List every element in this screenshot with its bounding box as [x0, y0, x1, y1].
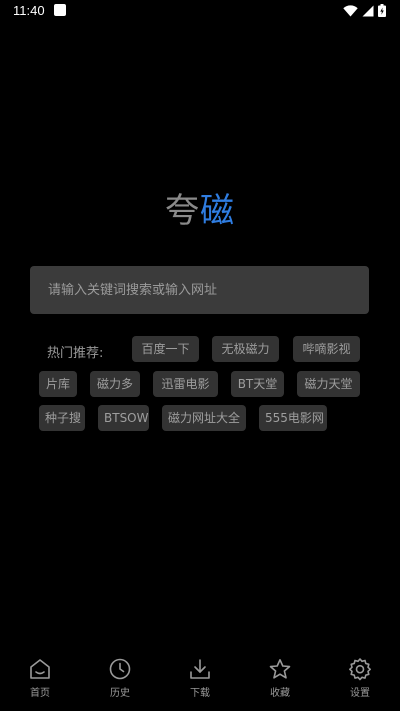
hot-tag[interactable]: 种子搜: [39, 405, 85, 431]
hot-recommend-label: 热门推荐:: [47, 346, 104, 361]
nav-download[interactable]: 下载: [160, 653, 240, 711]
home-icon: [30, 659, 50, 679]
hot-tag[interactable]: BT天堂: [231, 371, 284, 397]
status-time: 11:40: [13, 3, 45, 18]
hot-tag[interactable]: 磁力天堂: [297, 371, 360, 397]
nav-history-label: 历史: [110, 688, 130, 699]
hot-tag[interactable]: 百度一下: [132, 336, 199, 362]
hot-tag[interactable]: 哔嘀影视: [293, 336, 360, 362]
hot-tag[interactable]: 无极磁力: [212, 336, 279, 362]
bottom-nav: 首页 历史 下载 收藏 设置: [0, 653, 400, 711]
hot-tag[interactable]: 磁力网址大全: [162, 405, 246, 431]
wifi-icon: [343, 4, 358, 16]
search-box[interactable]: [30, 266, 369, 314]
star-icon: [269, 659, 291, 679]
nav-settings-label: 设置: [350, 688, 370, 699]
nav-download-label: 下载: [190, 688, 210, 699]
nav-favorites-label: 收藏: [270, 688, 290, 699]
status-bar: 11:40: [0, 0, 400, 24]
hot-tag[interactable]: 磁力多: [90, 371, 140, 397]
logo-part-1: 夸: [165, 191, 200, 231]
nav-home[interactable]: 首页: [0, 653, 80, 711]
search-input[interactable]: [46, 281, 353, 299]
notification-icon: [54, 4, 66, 16]
gear-icon: [349, 658, 371, 681]
download-icon: [190, 659, 210, 679]
hot-tag[interactable]: 迅雷电影: [153, 371, 218, 397]
nav-favorites[interactable]: 收藏: [240, 653, 320, 711]
battery-icon: [378, 4, 386, 17]
hot-tag[interactable]: 片库: [39, 371, 77, 397]
signal-icon: [362, 5, 374, 16]
nav-history[interactable]: 历史: [80, 653, 160, 711]
nav-settings[interactable]: 设置: [320, 653, 400, 711]
status-icons: [343, 4, 386, 17]
clock-icon: [109, 658, 131, 680]
app-logo: 夸磁: [0, 183, 400, 232]
logo-part-2: 磁: [200, 191, 235, 231]
hot-tag[interactable]: 555电影网: [259, 405, 327, 431]
nav-home-label: 首页: [30, 688, 50, 699]
hot-tag[interactable]: BTSOW: [98, 405, 149, 431]
